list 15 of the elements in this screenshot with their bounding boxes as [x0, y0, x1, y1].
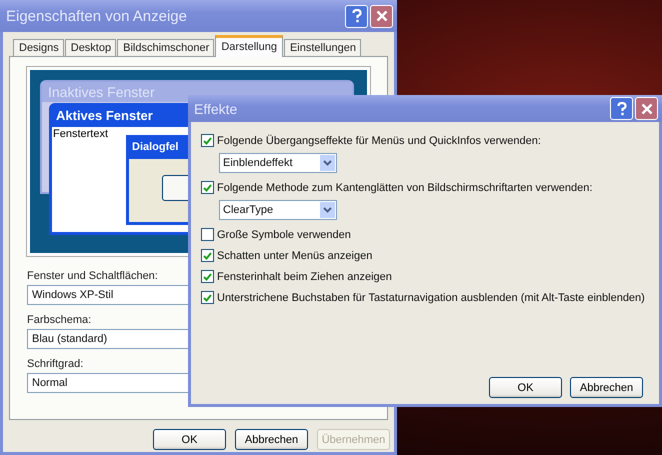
window-title: Dialogfel	[132, 141, 178, 153]
window-title: Aktives Fenster	[56, 108, 153, 122]
field-label: Schriftgrad:	[27, 358, 84, 370]
window-title: Inaktives Fenster	[48, 84, 155, 100]
checkbox-label: Fensterinhalt beim Ziehen anzeigen	[217, 270, 392, 282]
window-text: Fenstertext	[53, 128, 108, 140]
field-label: Farbschema:	[27, 314, 92, 326]
checkbox-label: Schatten unter Menüs anzeigen	[217, 250, 372, 262]
checkbox-label: Folgende Übergangseffekte für Menüs und QuickInfos verwenden:	[217, 134, 541, 146]
window-title: Eigenschaften von Anzeige	[6, 8, 187, 24]
checkbox-label: Große Symbole verwenden	[217, 228, 351, 240]
field-label: Fenster und Schaltflächen:	[27, 270, 158, 282]
checkbox-label: Folgende Methode zum Kantenglätten von Bildschirmschriftarten verwenden:	[217, 182, 592, 194]
window-title: Effekte	[194, 100, 238, 116]
checkbox-label: Unterstrichene Buchstaben für Tastaturnavigation ausblenden (mit Alt-Taste einblenden)	[217, 292, 645, 304]
